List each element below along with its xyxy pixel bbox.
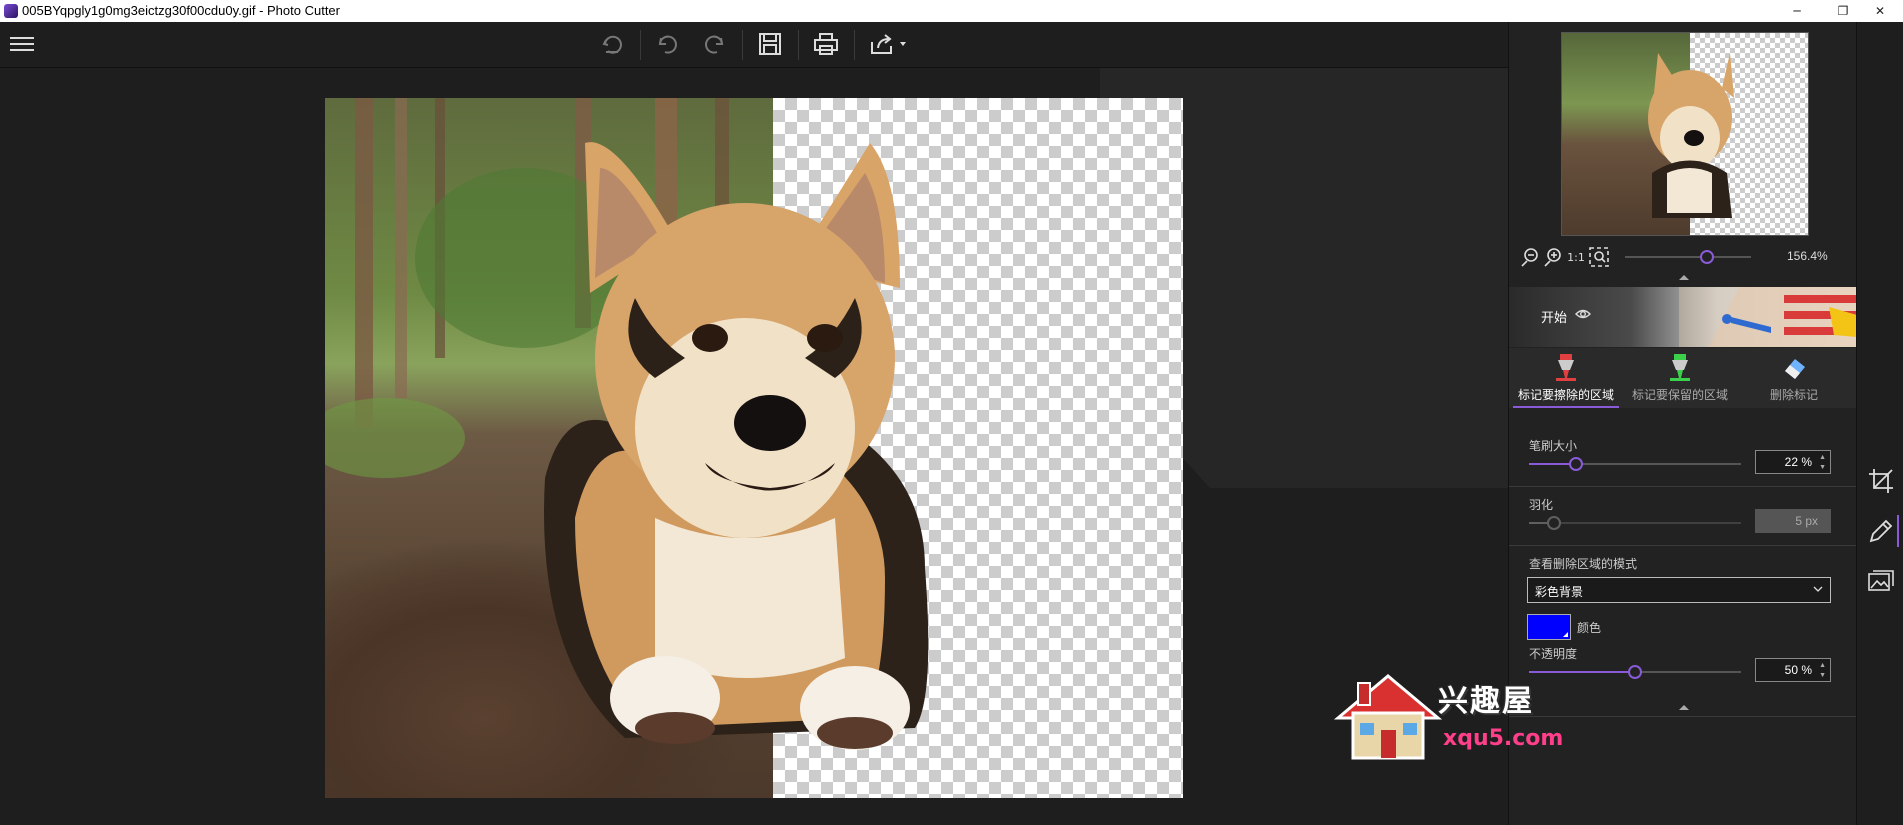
view-mode-value: 彩色背景 [1535, 585, 1584, 599]
tool-rail [1856, 22, 1903, 825]
collapse-settings-icon[interactable] [1679, 705, 1689, 710]
app-icon [4, 4, 18, 18]
start-label: 开始 [1541, 311, 1568, 326]
opacity-label: 不透明度 [1529, 647, 1578, 661]
minimize-button[interactable]: ─ [1774, 0, 1820, 22]
tab-label: 删除标记 [1769, 388, 1818, 402]
toolbar [0, 22, 1508, 68]
fit-to-window-icon[interactable] [1588, 246, 1610, 268]
chevron-down-icon [1813, 583, 1823, 597]
undo-all-icon[interactable] [594, 28, 630, 60]
zoom-value: 156.4% [1787, 249, 1828, 263]
opacity-value: 50 % [1784, 663, 1812, 677]
stepper-up-icon[interactable]: ▲ [1819, 454, 1826, 461]
share-icon[interactable] [866, 28, 912, 60]
house-logo [1333, 674, 1443, 760]
tab-mark-keep[interactable]: 标记要保留的区域 [1623, 348, 1737, 408]
marker-tabs: 标记要擦除的区域 标记要保留的区域 删除标记 [1509, 348, 1857, 408]
feather-value: 5 px [1795, 514, 1818, 528]
watermark-brand: 兴趣屋 [1438, 684, 1534, 719]
color-label: 颜色 [1577, 621, 1602, 635]
zoom-slider[interactable] [1625, 250, 1751, 264]
edited-photo[interactable] [325, 98, 1183, 798]
actual-size-button[interactable]: 1:1 [1565, 246, 1587, 268]
zoom-in-icon[interactable] [1542, 246, 1564, 268]
title-bar: 005BYqpgly1g0mg3eictzg30f00cdu0y.gif - P… [0, 0, 1903, 22]
tab-mark-erase[interactable]: 标记要擦除的区域 [1509, 348, 1623, 408]
image-canvas[interactable] [0, 68, 1508, 825]
tab-label: 标记要擦除的区域 [1517, 388, 1614, 402]
close-button[interactable]: ✕ [1857, 0, 1903, 22]
opacity-stepper[interactable]: 50 % ▲ ▼ [1755, 658, 1831, 682]
stepper-down-icon[interactable]: ▼ [1819, 672, 1826, 679]
tab-delete-marks[interactable]: 删除标记 [1737, 348, 1851, 408]
undo-icon[interactable] [650, 28, 686, 60]
brush-size-slider[interactable] [1529, 457, 1741, 471]
redo-icon[interactable] [696, 28, 732, 60]
save-icon[interactable] [752, 28, 788, 60]
color-swatch[interactable] [1527, 614, 1571, 640]
brush-size-value: 22 % [1784, 455, 1812, 469]
view-mode-select[interactable]: 彩色背景 [1527, 577, 1831, 603]
view-mode-label: 查看删除区域的模式 [1529, 557, 1638, 571]
eye-icon[interactable] [1575, 306, 1591, 325]
crop-icon[interactable] [1865, 465, 1897, 497]
red-marker-icon [1556, 354, 1576, 381]
feather-stepper[interactable]: 5 px [1755, 509, 1831, 533]
feather-slider[interactable] [1529, 516, 1741, 530]
hamburger-menu-icon[interactable] [4, 28, 40, 60]
tab-label: 标记要保留的区域 [1631, 388, 1728, 402]
zoom-controls: 1:1 156.4% [1509, 244, 1857, 270]
watermark: 兴趣屋 xqu5.com [1333, 668, 1563, 764]
brush-size-label: 笔刷大小 [1529, 439, 1578, 453]
eraser-icon [1785, 359, 1805, 379]
pencil-icon[interactable] [1865, 515, 1899, 547]
collapse-navigator-icon[interactable] [1679, 275, 1689, 280]
green-marker-icon [1670, 354, 1690, 381]
zoom-out-icon[interactable] [1519, 246, 1541, 268]
image-icon[interactable] [1865, 565, 1897, 597]
dog-subject [544, 142, 929, 750]
print-icon[interactable] [808, 28, 844, 60]
brush-size-stepper[interactable]: 22 % ▲ ▼ [1755, 450, 1831, 474]
navigator-preview[interactable] [1561, 32, 1809, 236]
stepper-up-icon[interactable]: ▲ [1819, 662, 1826, 669]
feather-label: 羽化 [1529, 498, 1554, 512]
window-title: 005BYqpgly1g0mg3eictzg30f00cdu0y.gif - P… [22, 3, 340, 18]
watermark-url: xqu5.com [1443, 726, 1564, 751]
start-banner[interactable]: 开始 [1509, 287, 1857, 347]
stepper-down-icon[interactable]: ▼ [1819, 464, 1826, 471]
